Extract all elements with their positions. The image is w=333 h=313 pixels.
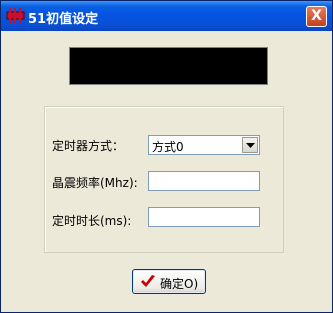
dropdown-arrow-button[interactable]	[242, 137, 258, 153]
timer-duration-label: 定时时长(ms):	[52, 214, 132, 228]
crystal-freq-input[interactable]	[148, 171, 260, 191]
timer-mode-value: 方式0	[152, 140, 184, 154]
chevron-down-icon	[246, 143, 255, 148]
display-panel	[69, 47, 268, 85]
dialog-window: 51初值设定 X 定时器方式： 方式0 晶震频率(Mhz): 定时时长(ms):…	[0, 0, 333, 313]
ok-button-label: 确定O)	[160, 277, 199, 291]
chip-icon	[6, 7, 25, 24]
timer-duration-input[interactable]	[148, 207, 260, 227]
window-title: 51初值设定	[28, 12, 99, 27]
close-button[interactable]: X	[306, 6, 327, 27]
crystal-freq-label: 晶震频率(Mhz):	[52, 176, 138, 190]
ok-button[interactable]: 确定O)	[132, 269, 206, 294]
title-bar[interactable]: 51初值设定 X	[1, 1, 332, 31]
timer-mode-select[interactable]: 方式0	[148, 135, 260, 155]
check-icon	[140, 274, 156, 292]
timer-mode-label: 定时器方式：	[52, 139, 125, 153]
